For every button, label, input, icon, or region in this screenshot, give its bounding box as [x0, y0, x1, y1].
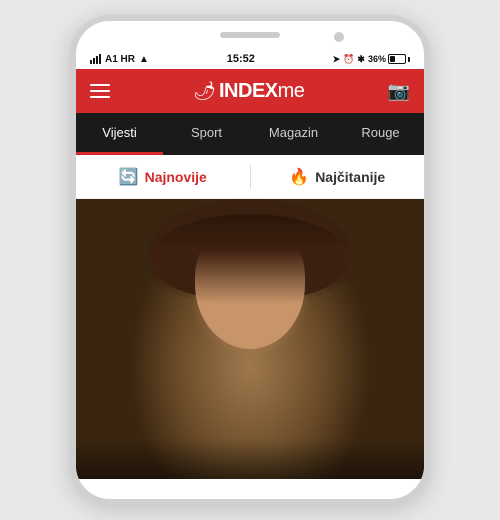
battery-indicator: 36%	[368, 54, 410, 64]
fire-icon: 🔥	[289, 167, 309, 187]
battery-tip	[408, 57, 410, 62]
logo: 🌶 INDEXme	[193, 80, 304, 103]
portrait-shadow	[76, 439, 424, 479]
content-image-area	[76, 199, 424, 479]
phone-frame: A1 HR ▲ 15:52 ➤ ⏰ ✱ 36% 🌶 IND	[70, 15, 430, 505]
subtab-najcitanije-label: Najčitanije	[315, 169, 385, 185]
signal-bars	[90, 54, 101, 64]
tab-vijesti[interactable]: Vijesti	[76, 113, 163, 155]
tab-rouge[interactable]: Rouge	[337, 113, 424, 155]
phone-bottom-bar	[76, 479, 424, 499]
signal-bar-4	[99, 54, 101, 64]
refresh-icon: 🔄	[119, 167, 139, 187]
carrier-label: A1 HR	[105, 54, 135, 65]
phone-speaker	[220, 32, 280, 38]
phone-camera	[334, 32, 344, 42]
subtab-najcitanije[interactable]: 🔥 Najčitanije	[251, 155, 425, 198]
phone-top-decoration	[76, 21, 424, 49]
logo-text: INDEXme	[219, 80, 304, 103]
alarm-icon: ⏰	[343, 54, 354, 65]
subtab-najnovije[interactable]: 🔄 Najnovije	[76, 155, 250, 198]
battery-fill	[390, 56, 395, 62]
logo-chili-icon: 🌶	[193, 81, 216, 102]
status-left: A1 HR ▲	[90, 54, 149, 65]
logo-me-part: me	[278, 80, 305, 102]
camera-button[interactable]: 📷	[388, 81, 410, 102]
wifi-icon: ▲	[139, 54, 149, 65]
sub-tabs: 🔄 Najnovije 🔥 Najčitanije	[76, 155, 424, 199]
bluetooth-icon: ✱	[357, 54, 365, 65]
battery-percent: 36%	[368, 54, 386, 64]
signal-bar-1	[90, 60, 92, 64]
status-bar: A1 HR ▲ 15:52 ➤ ⏰ ✱ 36%	[76, 49, 424, 69]
logo-index-part: INDEX	[219, 80, 278, 102]
tab-sport[interactable]: Sport	[163, 113, 250, 155]
location-icon: ➤	[333, 54, 341, 65]
hamburger-menu[interactable]	[90, 84, 110, 98]
status-time: 15:52	[227, 53, 255, 65]
portrait-hair-front	[150, 214, 350, 304]
status-right: ➤ ⏰ ✱ 36%	[333, 54, 410, 65]
battery-body	[388, 54, 406, 64]
subtab-najnovije-label: Najnovije	[145, 169, 207, 185]
nav-bar: 🌶 INDEXme 📷	[76, 69, 424, 113]
tab-magazin[interactable]: Magazin	[250, 113, 337, 155]
category-tabs: Vijesti Sport Magazin Rouge	[76, 113, 424, 155]
signal-bar-3	[96, 56, 98, 64]
signal-bar-2	[93, 58, 95, 64]
